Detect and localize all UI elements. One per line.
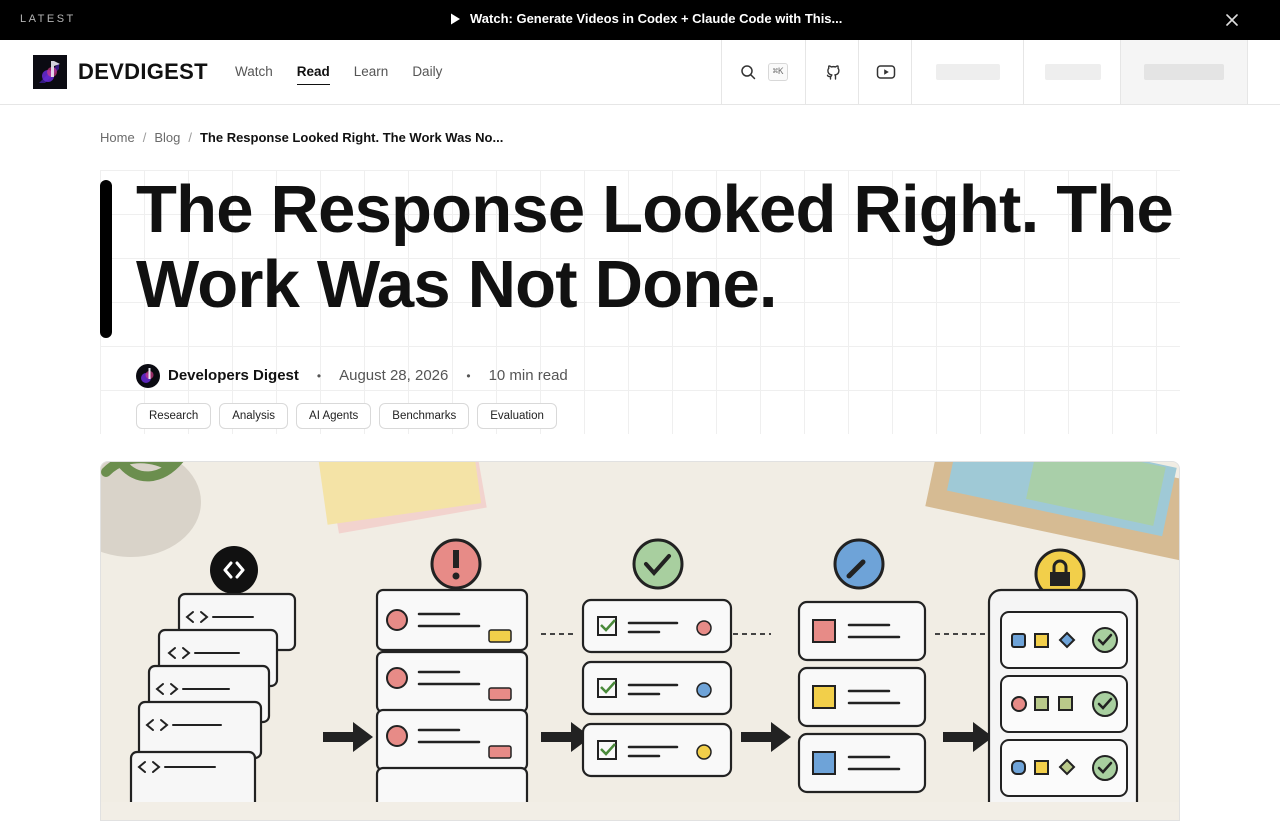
announcement-bar: LATEST Watch: Generate Videos in Codex +… [0, 0, 1280, 40]
tag-research[interactable]: Research [136, 403, 212, 429]
youtube-icon [876, 65, 895, 79]
title-accent-bar [100, 180, 112, 338]
nav-learn[interactable]: Learn [354, 64, 389, 85]
meta-separator: • [466, 368, 471, 383]
loading-placeholder [1144, 64, 1224, 80]
tag-ai-agents[interactable]: AI Agents [296, 403, 372, 429]
author-name[interactable]: Developers Digest [168, 367, 299, 384]
publish-date: August 28, 2026 [339, 367, 449, 384]
loading-placeholder [936, 64, 1000, 80]
breadcrumb-home[interactable]: Home [100, 130, 135, 145]
brand-name: DEVDIGEST [78, 59, 208, 84]
author-avatar [136, 363, 160, 388]
breadcrumb-current: The Response Looked Right. The Work Was … [199, 130, 504, 145]
read-time: 10 min read [488, 367, 568, 384]
header-placeholder-3[interactable] [1120, 40, 1248, 104]
youtube-link[interactable] [858, 40, 912, 104]
search-icon [740, 65, 755, 80]
breadcrumb-separator: / [142, 130, 147, 145]
header-placeholder-1[interactable] [911, 40, 1024, 104]
github-icon [826, 65, 840, 80]
workflow-illustration [101, 462, 1179, 802]
play-icon [451, 13, 460, 24]
promo-link[interactable]: Watch: Generate Videos in Codex + Claude… [448, 11, 842, 26]
hero-image [100, 461, 1180, 821]
github-link[interactable] [805, 40, 859, 104]
nav-read[interactable]: Read [296, 64, 330, 85]
header-placeholder-2[interactable] [1023, 40, 1121, 104]
loading-placeholder [1044, 64, 1101, 80]
breadcrumb-blog[interactable]: Blog [154, 130, 180, 145]
close-announcement-button[interactable] [1222, 10, 1242, 30]
article-title: The Response Looked Right. The Work Was … [136, 172, 1174, 322]
tag-benchmarks[interactable]: Benchmarks [379, 403, 470, 429]
close-icon [1226, 14, 1238, 26]
article-meta: Developers Digest • August 28, 2026 • 10… [136, 363, 568, 388]
breadcrumb-separator: / [188, 130, 192, 145]
main-nav: Watch Read Learn Daily [235, 64, 442, 85]
tag-evaluation[interactable]: Evaluation [477, 403, 557, 429]
breadcrumb: Home / Blog / The Response Looked Right.… [100, 130, 503, 145]
promo-text: Watch: Generate Videos in Codex + Claude… [470, 11, 843, 26]
tag-list: Research Analysis AI Agents Benchmarks E… [136, 403, 557, 429]
nav-watch[interactable]: Watch [235, 64, 273, 85]
search-button[interactable]: ⌘K [721, 40, 806, 104]
latest-label: LATEST [20, 13, 76, 25]
site-header: DEVDIGEST Watch Read Learn Daily ⌘K [0, 40, 1280, 105]
brand-link[interactable]: DEVDIGEST [33, 55, 208, 89]
nav-daily[interactable]: Daily [412, 64, 442, 85]
logo-icon [33, 55, 67, 89]
meta-separator: • [316, 368, 322, 383]
tag-analysis[interactable]: Analysis [219, 403, 289, 429]
search-shortcut: ⌘K [767, 63, 789, 81]
